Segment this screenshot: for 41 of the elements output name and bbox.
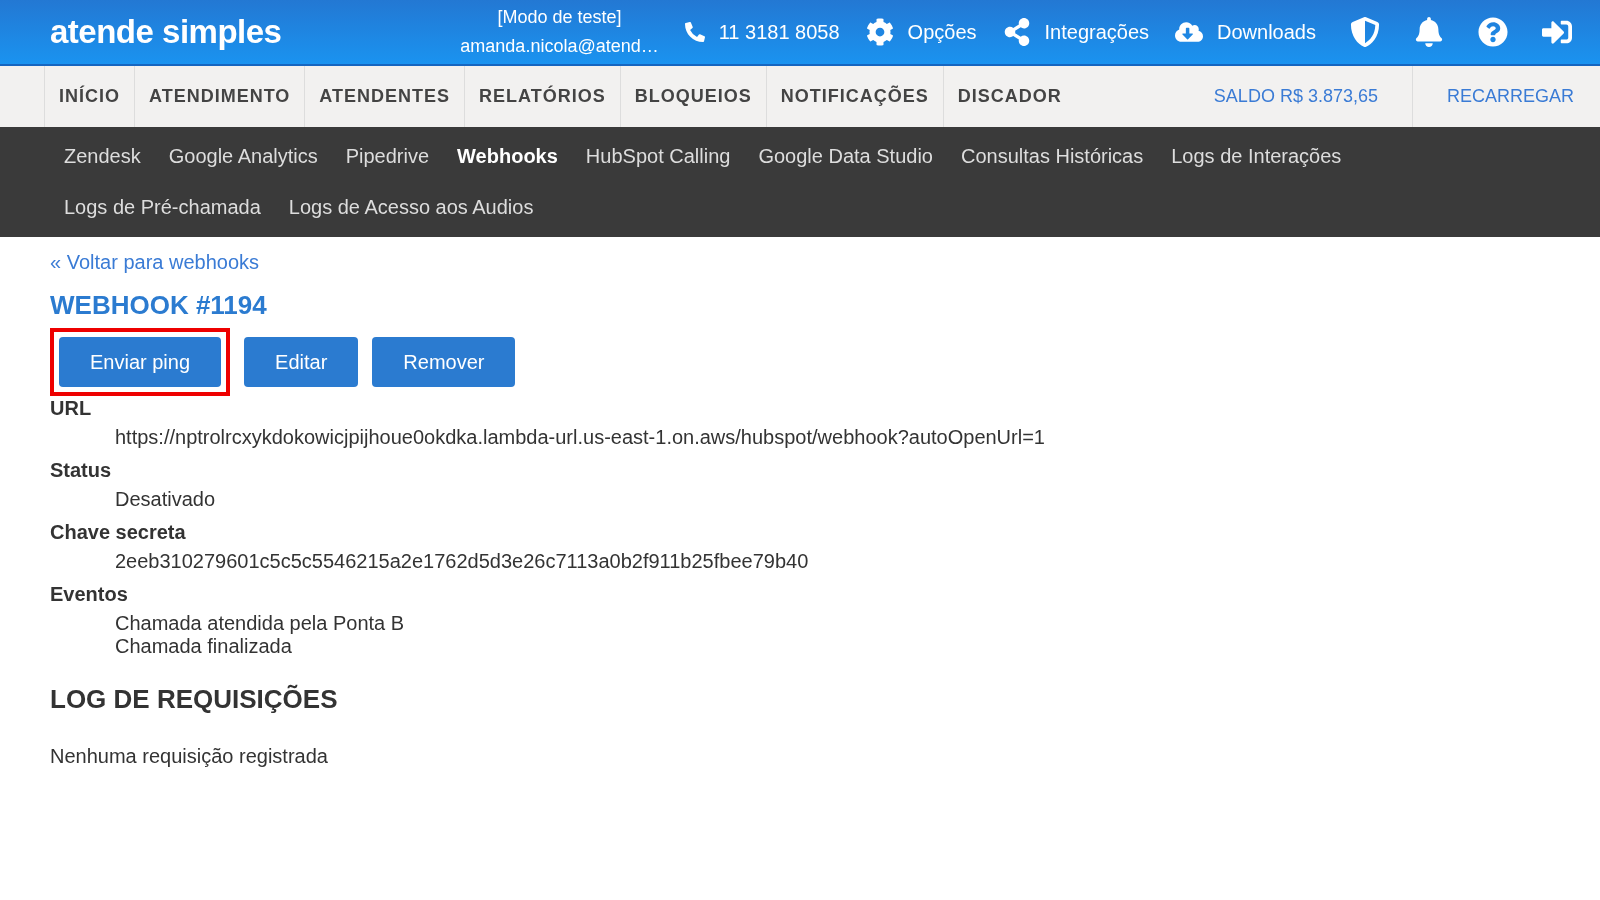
action-button[interactable]: Enviar ping — [59, 337, 222, 387]
detail-label: URL — [50, 397, 93, 420]
empty-message: Nenhuma requisição registrada — [50, 745, 329, 768]
header-link[interactable]: Opções — [865, 18, 977, 46]
logo[interactable]: atende simples — [50, 13, 282, 51]
sub-nav-tab[interactable]: Logs de Pré-chamada — [50, 182, 275, 233]
sub-nav-tab[interactable]: HubSpot Calling — [571, 131, 745, 182]
sub-nav-tab[interactable]: Google Analytics — [154, 131, 332, 182]
help-icon[interactable] — [1478, 17, 1508, 47]
sub-nav-tab[interactable]: Zendesk — [50, 131, 155, 182]
detail-label: Status — [50, 459, 113, 482]
detail-label: Eventos — [50, 583, 129, 606]
user-email[interactable]: amanda.nicola@atend… — [460, 32, 659, 61]
gear-icon — [865, 18, 894, 46]
recharge-link[interactable]: RECARREGAR — [1412, 66, 1600, 127]
sub-nav-tab[interactable]: Logs de Interações — [1157, 131, 1356, 182]
sub-nav-tab[interactable]: Logs de Acesso aos Audios — [274, 182, 548, 233]
detail-value: Chamada atendida pela Ponta B — [115, 612, 406, 635]
share-icon — [1002, 18, 1031, 46]
detail-label: Chave secreta — [50, 521, 187, 544]
phone-link[interactable]: 11 3181 8058 — [684, 20, 840, 44]
header-link[interactable]: Downloads — [1175, 18, 1316, 46]
sub-nav-tab[interactable]: Pipedrive — [331, 131, 444, 182]
sub-nav-tab[interactable]: Consultas Históricas — [946, 131, 1158, 182]
back-link[interactable]: « Voltar para webhooks — [50, 251, 260, 273]
sub-nav-tab[interactable]: Webhooks — [443, 131, 572, 182]
detail-value: Desativado — [115, 488, 217, 511]
detail-value: https://nptrolrcxykdokowicjpijhoue0okdka.lambda-url.us-east-1.on.aws/hubspot/webhook?autoOpenUrl=1 — [115, 426, 1046, 449]
detail-value: Chamada finalizada — [115, 635, 293, 658]
mode-label: [Modo de teste] — [497, 6, 622, 29]
page-title: WEBHOOK #1194 — [50, 290, 268, 321]
detail-value: 2eeb310279601c5c5c5546215a2e1762d5d3e26c7113a0b2f911b25fbee79b40 — [115, 550, 810, 573]
balance-link[interactable]: SALDO R$ 3.873,65 — [1179, 66, 1412, 127]
action-button[interactable]: Remover — [372, 337, 516, 387]
shield-icon[interactable] — [1350, 17, 1380, 47]
bell-icon[interactable] — [1414, 17, 1444, 47]
section-title: LOG DE REQUISIÇÕES — [50, 684, 339, 715]
phone-icon — [684, 22, 705, 42]
action-button[interactable]: Editar — [244, 337, 359, 387]
header-link[interactable]: Integrações — [1002, 18, 1150, 46]
sub-nav-tab[interactable]: Google Data Studio — [744, 131, 947, 182]
